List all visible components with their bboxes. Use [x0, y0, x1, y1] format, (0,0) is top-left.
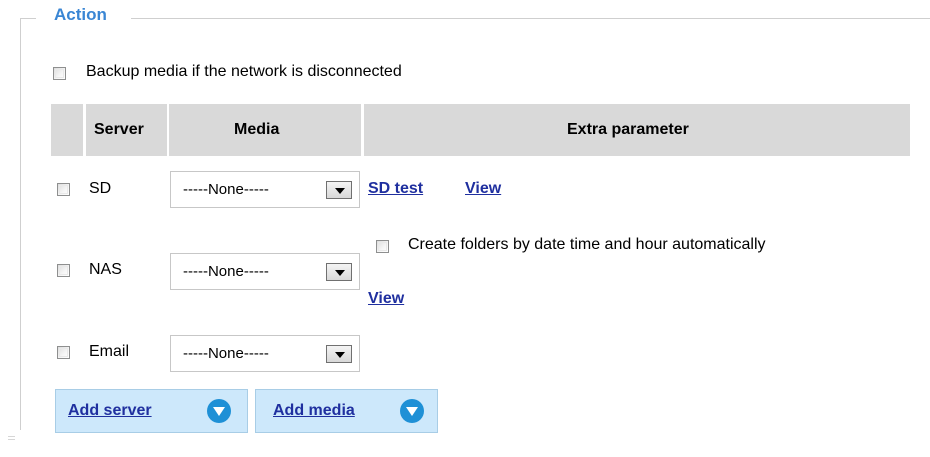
chevron-down-icon[interactable]: [326, 181, 352, 199]
chevron-down-icon[interactable]: [326, 345, 352, 363]
server-checkbox-nas[interactable]: [57, 264, 70, 277]
create-folders-checkbox[interactable]: [376, 240, 389, 253]
media-select-value: -----None-----: [183, 181, 269, 198]
section-legend: Action: [54, 5, 107, 24]
server-label-email: Email: [89, 343, 130, 360]
fieldset-border-top: [20, 18, 36, 19]
divider: [8, 436, 15, 440]
table-header-cell: [51, 104, 83, 156]
backup-label: Backup media if the network is disconnec…: [86, 63, 402, 80]
fieldset-border-top: [131, 18, 930, 19]
chevron-down-circle-icon: [207, 399, 231, 423]
column-header-extra-parameter: Extra parameter: [567, 121, 689, 138]
chevron-down-icon[interactable]: [326, 263, 352, 281]
create-folders-label: Create folders by date time and hour aut…: [408, 236, 766, 253]
nas-view-link[interactable]: View: [368, 290, 404, 308]
column-header-server: Server: [94, 121, 144, 138]
column-header-media: Media: [234, 121, 280, 138]
add-server-label: Add server: [68, 402, 152, 419]
fieldset-border-left: [20, 18, 21, 430]
media-select-sd[interactable]: -----None-----: [170, 171, 360, 208]
media-select-email[interactable]: -----None-----: [170, 335, 360, 372]
media-select-nas[interactable]: -----None-----: [170, 253, 360, 290]
sd-view-link[interactable]: View: [465, 180, 501, 198]
action-panel: Action Backup media if the network is di…: [0, 0, 930, 457]
server-checkbox-sd[interactable]: [57, 183, 70, 196]
sd-test-link[interactable]: SD test: [368, 180, 423, 198]
server-checkbox-email[interactable]: [57, 346, 70, 359]
backup-checkbox[interactable]: [53, 67, 66, 80]
media-select-value: -----None-----: [183, 345, 269, 362]
add-media-button[interactable]: Add media: [255, 389, 438, 433]
add-media-label: Add media: [273, 402, 355, 419]
media-select-value: -----None-----: [183, 263, 269, 280]
server-label-sd: SD: [89, 180, 112, 197]
chevron-down-circle-icon: [400, 399, 424, 423]
server-label-nas: NAS: [89, 261, 122, 278]
add-server-button[interactable]: Add server: [55, 389, 248, 433]
